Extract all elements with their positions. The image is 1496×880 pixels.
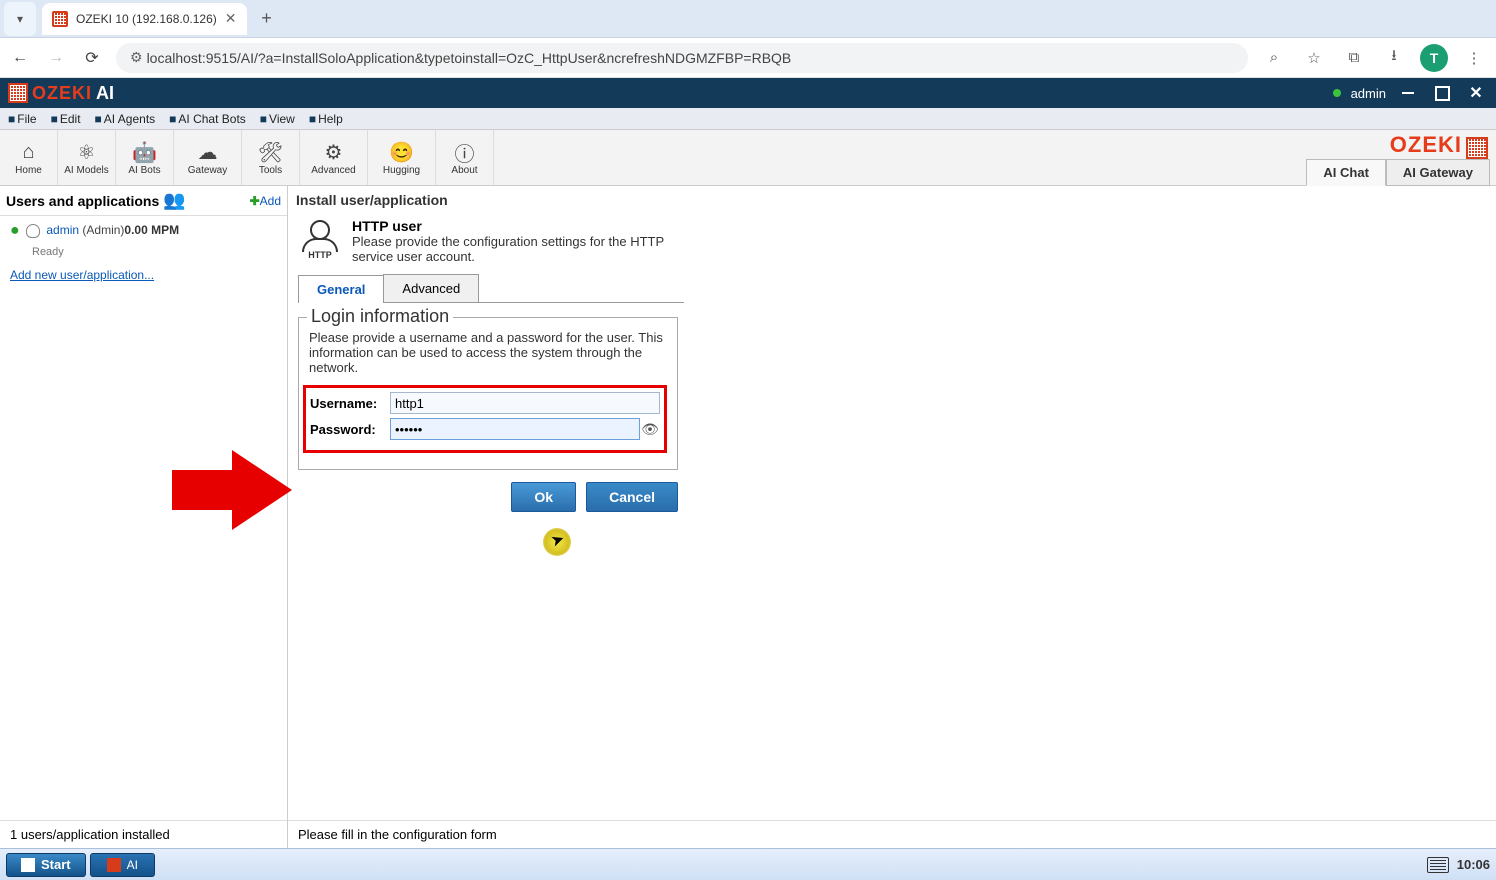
- window-close-icon[interactable]: ✕: [1464, 83, 1488, 103]
- extensions-icon[interactable]: ⧉: [1340, 44, 1368, 72]
- system-tray: 10:06: [1427, 857, 1490, 873]
- fieldset-legend: Login information: [307, 306, 453, 327]
- keyboard-icon[interactable]: [1427, 857, 1449, 873]
- menu-view[interactable]: ■View: [260, 112, 295, 126]
- status-dot-icon: [1333, 89, 1341, 97]
- clock[interactable]: 10:06: [1457, 857, 1490, 872]
- start-button[interactable]: Start: [6, 853, 86, 877]
- menu-edit[interactable]: ■Edit: [51, 112, 81, 126]
- annotation-highlight: Username: Password: 👁: [303, 385, 667, 453]
- fieldset-description: Please provide a username and a password…: [309, 330, 667, 375]
- profile-avatar[interactable]: T: [1420, 44, 1448, 72]
- sidebar: Users and applications 👥 ✚Add ● admin (A…: [0, 186, 288, 848]
- login-info-fieldset: Login information Please provide a usern…: [298, 317, 678, 470]
- reveal-password-icon[interactable]: 👁: [640, 421, 660, 438]
- advanced-gear-icon: ⚙: [325, 139, 343, 165]
- view-tab-ai-chat[interactable]: AI Chat: [1306, 159, 1386, 186]
- menu-ai-chat-bots[interactable]: ■AI Chat Bots: [169, 112, 246, 126]
- taskbar-app-ai[interactable]: AI: [90, 853, 155, 877]
- person-icon: [26, 224, 40, 238]
- models-icon: ⚛: [78, 139, 96, 165]
- content-title: Install user/application: [288, 186, 1496, 214]
- toolbar: ⌂Home ⚛AI Models 🤖AI Bots ☁Gateway 🛠Tool…: [0, 130, 1496, 186]
- tab-favicon-icon: [52, 11, 68, 27]
- password-key-icon[interactable]: ⌕: [1260, 44, 1288, 72]
- user-row-admin[interactable]: ● admin (Admin)0.00 MPM: [0, 216, 287, 246]
- tab-general[interactable]: General: [298, 275, 384, 303]
- label-password: Password:: [310, 422, 390, 437]
- user-status: Ready: [0, 246, 287, 258]
- site-settings-icon[interactable]: ⚙: [130, 49, 143, 66]
- config-tabs: General Advanced: [298, 274, 684, 303]
- browser-nav-bar: ← → ⟳ ⚙ localhost:9515/AI/?a=InstallSolo…: [0, 38, 1496, 78]
- taskbar: Start AI 10:06: [0, 848, 1496, 880]
- menu-ai-agents[interactable]: ■AI Agents: [95, 112, 156, 126]
- home-icon: ⌂: [22, 139, 34, 165]
- menu-file[interactable]: ■File: [8, 112, 37, 126]
- menu-bar: ■File ■Edit ■AI Agents ■AI Chat Bots ■Vi…: [0, 108, 1496, 130]
- app-header: OZEKI AI admin ✕: [0, 78, 1496, 108]
- window-minimize-icon[interactable]: [1396, 83, 1420, 103]
- tool-advanced[interactable]: ⚙Advanced: [300, 130, 368, 185]
- forward-icon: →: [44, 46, 68, 70]
- user-name-link[interactable]: admin: [46, 223, 79, 237]
- brand-grid-icon: [1466, 137, 1488, 159]
- install-title: HTTP user: [352, 218, 672, 234]
- browser-tab-strip: ▾ OZEKI 10 (192.168.0.126) ✕ +: [0, 0, 1496, 38]
- logo-ozeki: OZEKI: [32, 83, 92, 104]
- content-pane: Install user/application HTTP HTTP user …: [288, 186, 1496, 848]
- tool-about[interactable]: ⓘAbout: [436, 130, 494, 185]
- browser-tab[interactable]: OZEKI 10 (192.168.0.126) ✕: [42, 3, 247, 35]
- sidebar-heading: Users and applications 👥 ✚Add: [0, 186, 287, 216]
- url-text: localhost:9515/AI/?a=InstallSoloApplicat…: [147, 50, 792, 66]
- cancel-button[interactable]: Cancel: [586, 482, 678, 512]
- tool-gateway[interactable]: ☁Gateway: [174, 130, 242, 185]
- http-user-icon: HTTP: [298, 218, 342, 262]
- new-tab-button[interactable]: +: [253, 5, 281, 33]
- view-tab-ai-gateway[interactable]: AI Gateway: [1386, 159, 1490, 186]
- tool-hugging[interactable]: 😊Hugging: [368, 130, 436, 185]
- online-dot-icon: ●: [10, 222, 20, 239]
- tab-title: OZEKI 10 (192.168.0.126): [76, 12, 217, 26]
- ok-button[interactable]: Ok: [511, 482, 576, 512]
- logo-ai: AI: [96, 83, 114, 104]
- header-username[interactable]: admin: [1351, 86, 1386, 101]
- gateway-icon: ☁: [198, 139, 218, 165]
- tab-list-dropdown[interactable]: ▾: [4, 2, 36, 36]
- window-maximize-icon[interactable]: [1430, 83, 1454, 103]
- start-flag-icon: [21, 858, 35, 872]
- menu-help[interactable]: ■Help: [309, 112, 343, 126]
- downloads-icon[interactable]: ⭳: [1380, 44, 1408, 72]
- users-icon: 👥: [163, 190, 185, 211]
- tool-ai-bots[interactable]: 🤖AI Bots: [116, 130, 174, 185]
- url-bar[interactable]: ⚙ localhost:9515/AI/?a=InstallSoloApplic…: [116, 43, 1248, 73]
- install-description: Please provide the configuration setting…: [352, 234, 672, 264]
- tab-close-icon[interactable]: ✕: [225, 10, 237, 27]
- hugging-icon: 😊: [389, 139, 414, 165]
- taskbar-app-icon: [107, 858, 121, 872]
- browser-menu-icon[interactable]: ⋮: [1460, 44, 1488, 72]
- tool-tools[interactable]: 🛠Tools: [242, 130, 300, 185]
- tool-home[interactable]: ⌂Home: [0, 130, 58, 185]
- content-footer: Please fill in the configuration form: [288, 820, 1496, 848]
- tab-advanced[interactable]: Advanced: [383, 274, 479, 302]
- bookmark-star-icon[interactable]: ☆: [1300, 44, 1328, 72]
- password-input[interactable]: [390, 418, 640, 440]
- add-new-user-link[interactable]: Add new user/application...: [0, 258, 287, 292]
- tools-icon: 🛠: [258, 139, 283, 165]
- sidebar-footer: 1 users/application installed: [0, 820, 287, 848]
- tool-ai-models[interactable]: ⚛AI Models: [58, 130, 116, 185]
- sidebar-add-link[interactable]: ✚Add: [250, 194, 281, 208]
- back-icon[interactable]: ←: [8, 46, 32, 70]
- reload-icon[interactable]: ⟳: [80, 46, 104, 70]
- bots-icon: 🤖: [132, 139, 157, 165]
- username-input[interactable]: [390, 392, 660, 414]
- app-logo-icon: [8, 83, 28, 103]
- about-info-icon: ⓘ: [455, 139, 475, 165]
- label-username: Username:: [310, 396, 390, 411]
